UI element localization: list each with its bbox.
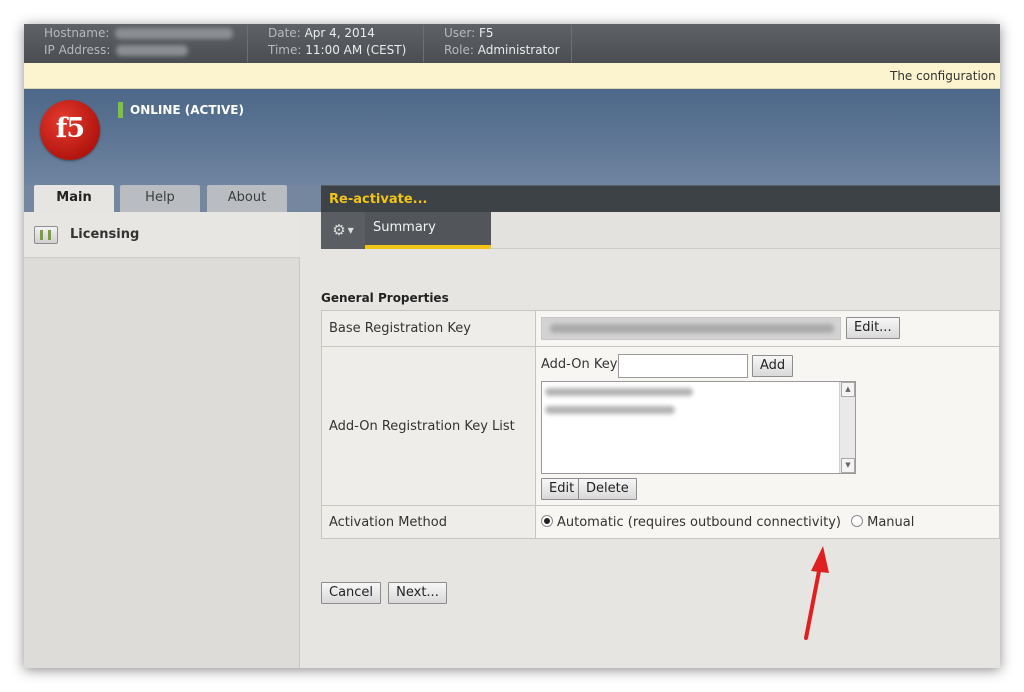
main-content: Re-activate... ⚙ ▼ Summary General Proper… — [321, 185, 1000, 668]
activation-method-label: Activation Method — [321, 505, 536, 539]
addon-key-list[interactable]: ▲ ▼ — [541, 381, 856, 474]
addon-list-cell: Add-On Key Add ▲ ▼ Edit Delete — [535, 346, 1000, 506]
logo-text: f5 — [55, 113, 85, 144]
sidebar: Licensing — [24, 212, 300, 668]
user-info: User: F5 Role: Administrator — [424, 25, 572, 62]
date-time-info: Date: Apr 4, 2014 Time: 11:00 AM (CEST) — [248, 25, 424, 62]
banner: f5 ONLINE (ACTIVE) — [24, 89, 1000, 185]
form-actions: Cancel Next... — [321, 581, 449, 604]
edit-addon-button[interactable]: Edit — [541, 478, 583, 500]
app-window: Hostname: IP Address: Date: Apr 4, 2014 … — [24, 24, 1000, 668]
sidebar-item-licensing[interactable]: Licensing — [24, 212, 300, 258]
next-button[interactable]: Next... — [388, 582, 447, 604]
ip-address-redacted — [116, 45, 189, 56]
f5-logo[interactable]: f5 — [40, 100, 100, 160]
addon-key-input[interactable] — [618, 354, 748, 378]
date-value: Apr 4, 2014 — [304, 26, 375, 40]
base-key-label: Base Registration Key — [321, 310, 536, 347]
ip-address-label: IP Address: — [44, 43, 111, 57]
base-key-field — [541, 317, 841, 340]
gear-icon: ⚙ — [332, 221, 346, 239]
content-title-bar: Re-activate... — [321, 185, 1000, 212]
chevron-down-icon: ▼ — [347, 225, 354, 235]
system-header: Hostname: IP Address: Date: Apr 4, 2014 … — [24, 24, 1000, 63]
tab-summary[interactable]: Summary — [365, 212, 491, 249]
manual-radio[interactable] — [851, 514, 864, 527]
scroll-down-icon[interactable]: ▼ — [841, 458, 855, 473]
role-label: Role: — [444, 43, 474, 57]
cancel-button[interactable]: Cancel — [321, 582, 382, 604]
activation-method-cell: Automatic (requires outbound connectivit… — [535, 505, 1000, 539]
add-button[interactable]: Add — [752, 355, 794, 377]
edit-key-button[interactable]: Edit... — [846, 317, 900, 339]
sub-menu-bar: ⚙ ▼ Summary — [321, 212, 1000, 249]
addon-list-label: Add-On Registration Key List — [321, 346, 536, 506]
list-scrollbar[interactable]: ▲ ▼ — [839, 382, 855, 473]
table-row: Activation Method Automatic (requires ou… — [321, 505, 1000, 539]
table-row: Add-On Registration Key List Add-On Key … — [321, 346, 1000, 506]
date-label: Date: — [268, 26, 301, 40]
user-label: User: — [444, 26, 476, 40]
automatic-radio[interactable] — [541, 514, 553, 527]
page-title: Re-activate... — [329, 192, 428, 207]
scroll-up-icon[interactable]: ▲ — [841, 382, 855, 397]
manual-label: Manual — [867, 514, 915, 530]
tab-help[interactable]: Help — [120, 185, 200, 212]
config-notice-text: The configuration h — [890, 69, 1000, 83]
hostname-redacted — [115, 28, 234, 39]
tab-main[interactable]: Main — [34, 185, 114, 213]
user-value: F5 — [479, 26, 494, 40]
table-row: Base Registration Key Edit... — [321, 310, 1000, 347]
host-info: Hostname: IP Address: — [24, 25, 248, 62]
tab-about[interactable]: About — [207, 185, 287, 212]
time-value: 11:00 AM (CEST) — [305, 43, 407, 57]
delete-addon-button[interactable]: Delete — [578, 478, 637, 500]
license-icon — [34, 226, 58, 244]
time-label: Time: — [268, 43, 302, 57]
section-title: General Properties — [321, 291, 449, 305]
hostname-label: Hostname: — [44, 26, 110, 40]
addon-key-label: Add-On Key — [541, 357, 618, 372]
sidebar-item-label: Licensing — [70, 227, 140, 242]
gear-menu-button[interactable]: ⚙ ▼ — [321, 212, 365, 249]
automatic-label: Automatic (requires outbound connectivit… — [557, 514, 841, 530]
general-properties-table: Base Registration Key Edit... Add-On Reg… — [321, 310, 1000, 539]
config-notice-bar: The configuration h — [24, 63, 1000, 89]
role-value: Administrator — [477, 43, 560, 57]
base-key-cell: Edit... — [535, 310, 1000, 347]
device-status: ONLINE (ACTIVE) — [118, 102, 244, 118]
